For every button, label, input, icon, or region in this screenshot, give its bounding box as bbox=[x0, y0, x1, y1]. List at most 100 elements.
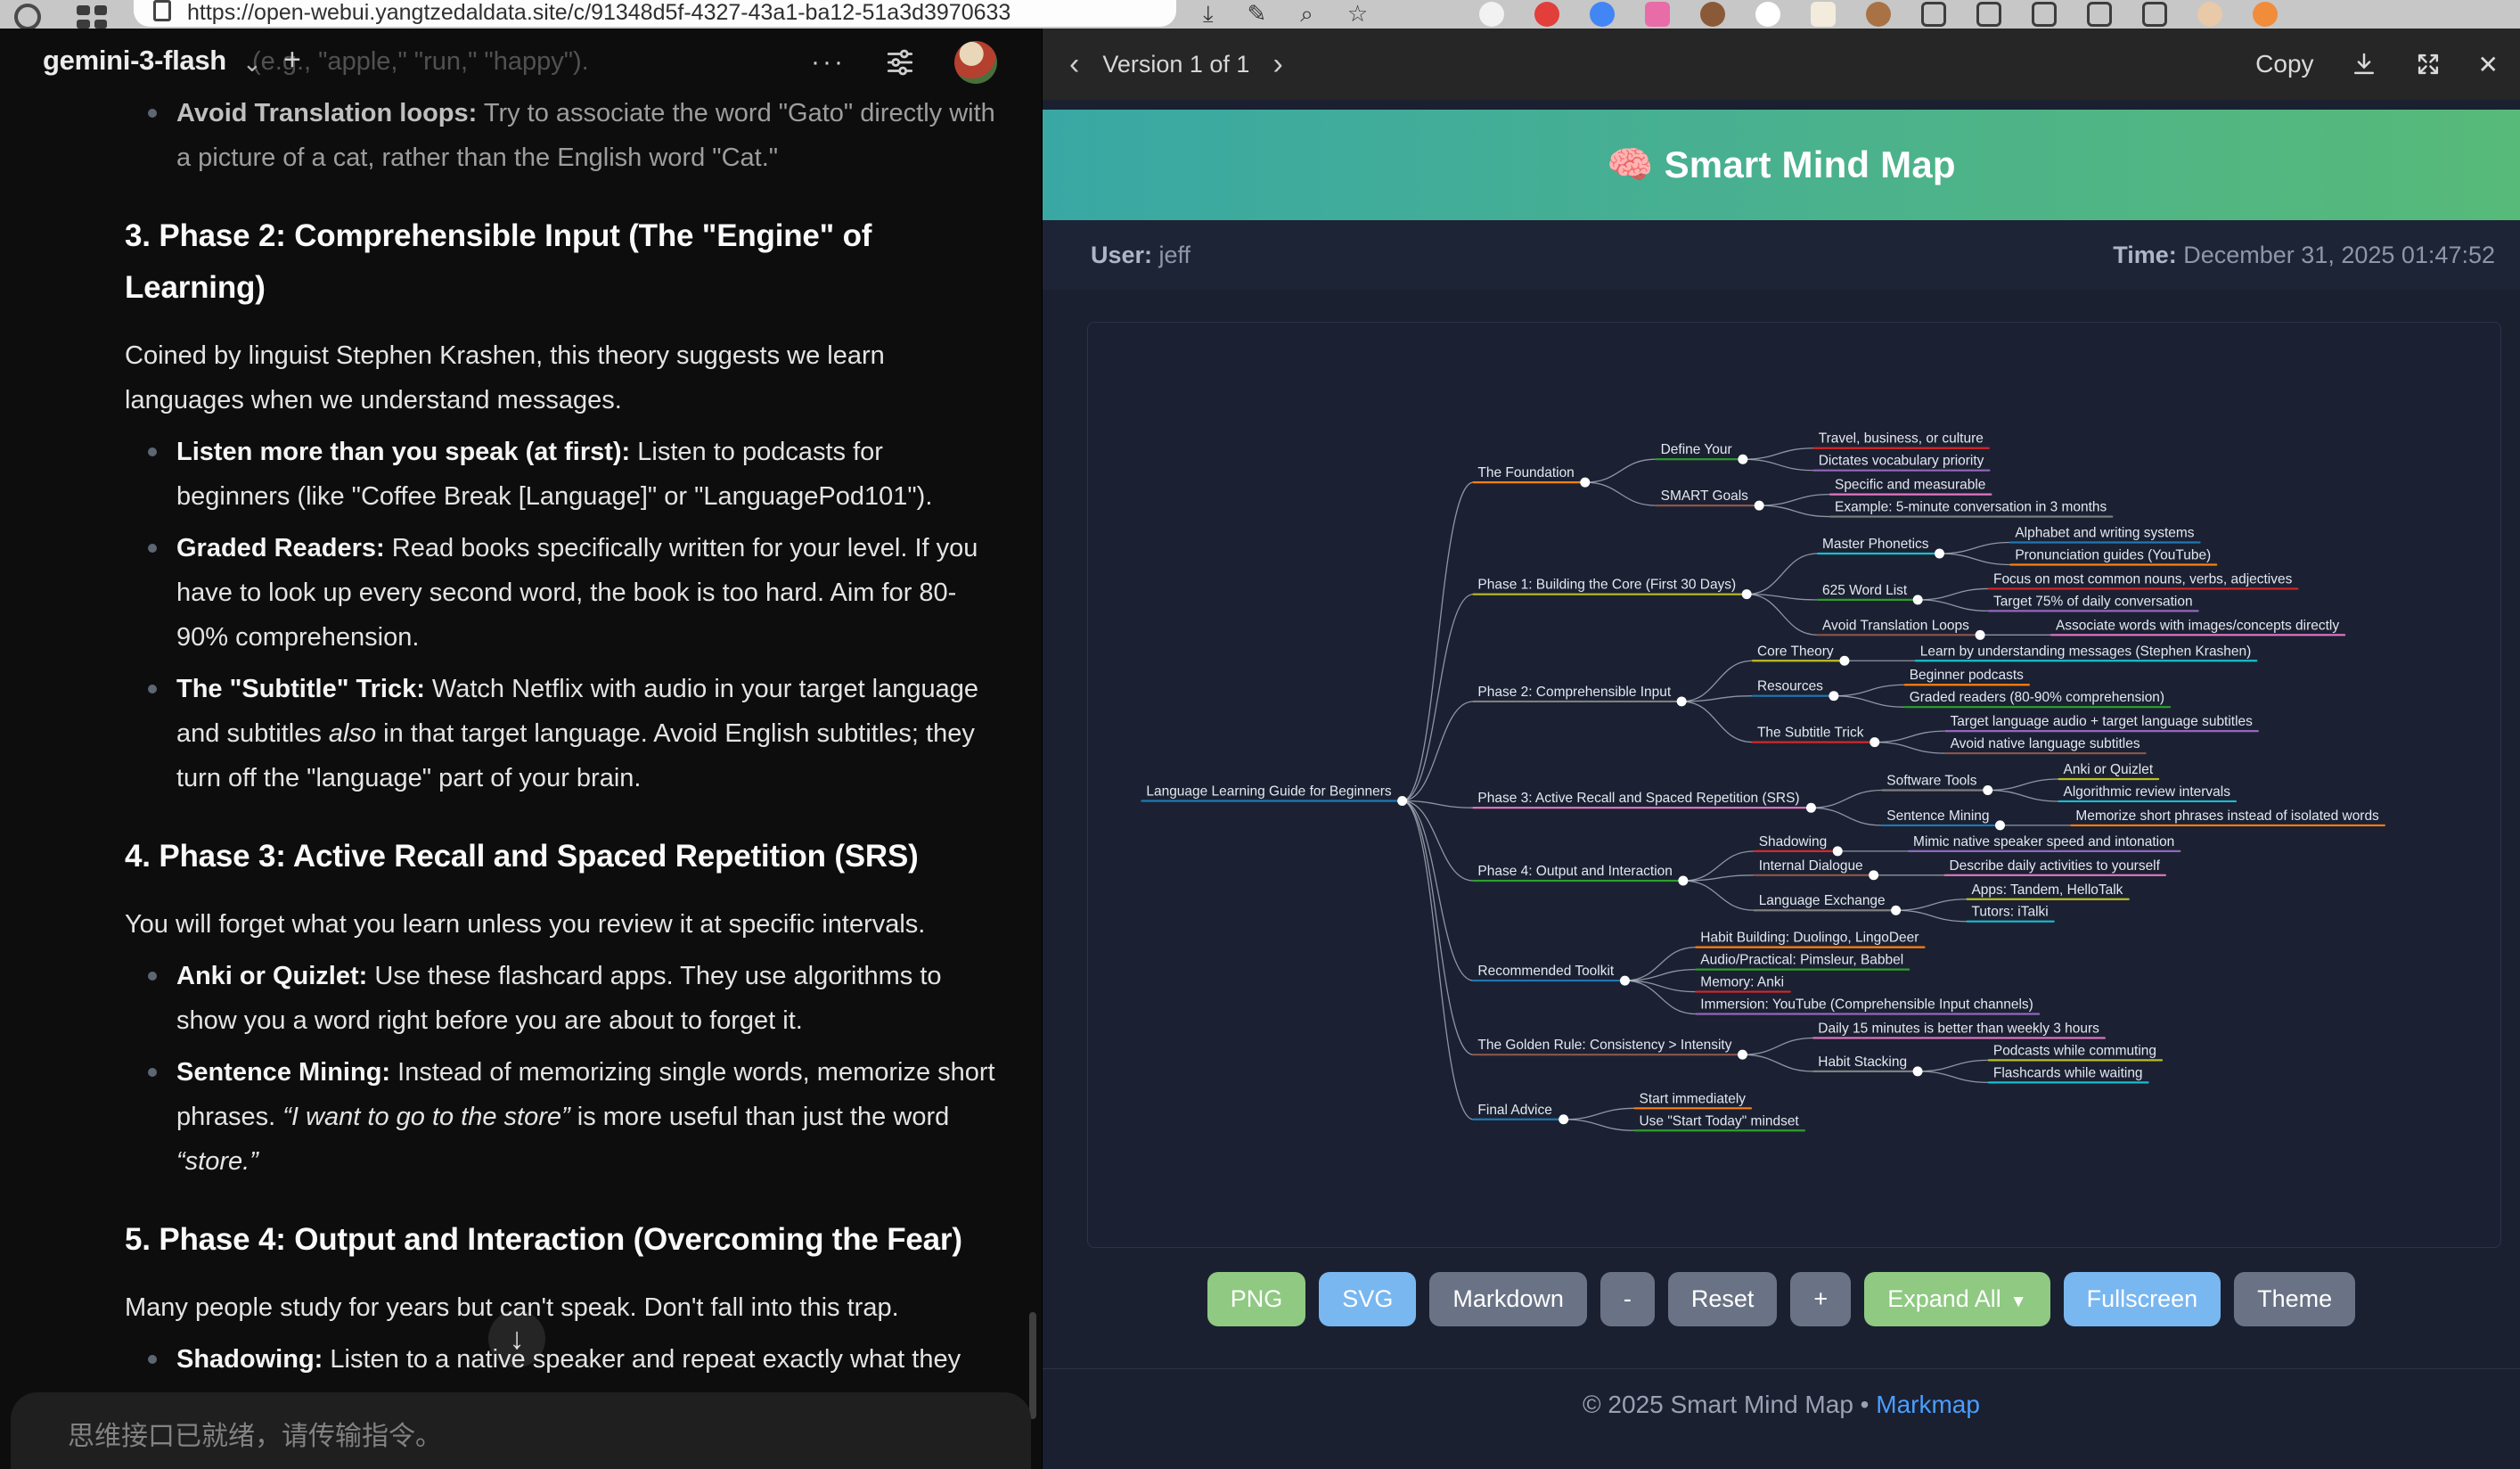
settings-sliders-icon[interactable] bbox=[883, 45, 917, 79]
mindmap-node-circle[interactable] bbox=[1995, 820, 2005, 830]
browser-extension-icon[interactable] bbox=[1755, 2, 1780, 27]
theme-button[interactable]: Theme bbox=[2234, 1272, 2355, 1326]
mindmap-node-label[interactable]: Master Phonetics bbox=[1822, 537, 1929, 552]
browser-extension-icon[interactable] bbox=[1921, 2, 1946, 27]
browser-extension-icon[interactable] bbox=[1700, 2, 1725, 27]
mindmap-node-label[interactable]: Podcasts while commuting bbox=[1993, 1043, 2156, 1058]
mindmap-node-circle[interactable] bbox=[1829, 691, 1838, 701]
svg-export-button[interactable]: SVG bbox=[1319, 1272, 1416, 1326]
mindmap-node-label[interactable]: Memorize short phrases instead of isolat… bbox=[2075, 808, 2379, 824]
browser-extension-icon[interactable] bbox=[1976, 2, 2001, 27]
mindmap-node-label[interactable]: Daily 15 minutes is better than weekly 3… bbox=[1818, 1021, 2099, 1036]
mindmap-node-circle[interactable] bbox=[1620, 976, 1630, 986]
markdown-export-button[interactable]: Markdown bbox=[1429, 1272, 1587, 1326]
mindmap-node-circle[interactable] bbox=[1806, 803, 1816, 813]
mindmap-node-label[interactable]: Tutors: iTalki bbox=[1971, 905, 2048, 920]
mindmap-node-label[interactable]: Final Advice bbox=[1477, 1103, 1551, 1118]
mindmap-node-circle[interactable] bbox=[1738, 455, 1747, 464]
browser-extension-icon[interactable] bbox=[2087, 2, 2112, 27]
mindmap-node-label[interactable]: Flashcards while waiting bbox=[1993, 1065, 2143, 1080]
mindmap-node-label[interactable]: Avoid Translation Loops bbox=[1822, 618, 1969, 633]
browser-extension-icon[interactable] bbox=[1811, 2, 1836, 27]
mindmap-node-label[interactable]: Define Your bbox=[1661, 442, 1732, 457]
mindmap-node-label[interactable]: Learn by understanding messages (Stephen… bbox=[1920, 644, 2251, 659]
chat-scroll-area[interactable]: (e.g., "apple," "run," "happy").Avoid Tr… bbox=[0, 39, 1042, 1394]
markmap-link[interactable]: Markmap bbox=[1876, 1391, 1980, 1418]
expand-fullscreen-icon[interactable] bbox=[2414, 50, 2442, 78]
expand-all-button[interactable]: Expand All▼ bbox=[1864, 1272, 2050, 1326]
zoom-in-button[interactable]: + bbox=[1790, 1272, 1851, 1326]
scroll-to-bottom-button[interactable]: ↓ bbox=[488, 1310, 545, 1367]
mindmap-node-circle[interactable] bbox=[1935, 549, 1944, 559]
previous-version-button[interactable]: ‹ bbox=[1066, 49, 1083, 79]
mindmap-node-label[interactable]: Example: 5-minute conversation in 3 mont… bbox=[1835, 500, 2107, 515]
chevron-down-icon[interactable]: ⌄ bbox=[242, 50, 262, 78]
mindmap-node-label[interactable]: Beginner podcasts bbox=[1910, 668, 2024, 683]
mindmap-node-circle[interactable] bbox=[1677, 696, 1687, 706]
overflow-menu-icon[interactable]: ··· bbox=[811, 47, 846, 78]
mindmap-node-label[interactable]: SMART Goals bbox=[1661, 488, 1749, 504]
mindmap-node-label[interactable]: Algorithmic review intervals bbox=[2064, 784, 2231, 800]
mindmap-node-label[interactable]: Memory: Anki bbox=[1700, 975, 1784, 990]
png-export-button[interactable]: PNG bbox=[1207, 1272, 1306, 1326]
mindmap-node-label[interactable]: The Subtitle Trick bbox=[1757, 726, 1864, 741]
mindmap-node-label[interactable]: Specific and measurable bbox=[1835, 478, 1985, 493]
mindmap-node-label[interactable]: Anki or Quizlet bbox=[2064, 762, 2154, 777]
apps-grid-icon[interactable] bbox=[77, 5, 107, 29]
mindmap-node-label[interactable]: Travel, business, or culture bbox=[1819, 431, 1984, 447]
mindmap-node-circle[interactable] bbox=[1839, 656, 1849, 666]
browser-extension-icon[interactable] bbox=[2253, 2, 2278, 27]
fullscreen-button[interactable]: Fullscreen bbox=[2064, 1272, 2221, 1326]
mindmap-node-circle[interactable] bbox=[1913, 595, 1923, 604]
reset-view-button[interactable]: Reset bbox=[1668, 1272, 1778, 1326]
chat-input[interactable]: 思维接口已就绪，请传输指令。 bbox=[11, 1392, 1031, 1469]
mindmap-node-label[interactable]: Mimic native speaker speed and intonatio… bbox=[1913, 834, 2174, 849]
browser-extension-icon[interactable] bbox=[1479, 2, 1504, 27]
mindmap-node-circle[interactable] bbox=[1833, 846, 1843, 856]
mindmap-node-circle[interactable] bbox=[1983, 785, 1992, 795]
mindmap-node-label[interactable]: Avoid native language subtitles bbox=[1951, 736, 2140, 751]
mindmap-node-circle[interactable] bbox=[1559, 1114, 1568, 1124]
zoom-out-button[interactable]: - bbox=[1600, 1272, 1655, 1326]
mindmap-node-label[interactable]: Phase 3: Active Recall and Spaced Repeti… bbox=[1477, 791, 1799, 806]
chat-scrollbar-thumb[interactable] bbox=[1029, 1312, 1036, 1419]
next-version-button[interactable]: › bbox=[1269, 49, 1286, 79]
mindmap-node-circle[interactable] bbox=[1913, 1066, 1923, 1076]
mindmap-node-label[interactable]: Sentence Mining bbox=[1886, 808, 1989, 824]
mindmap-node-label[interactable]: Pronunciation guides (YouTube) bbox=[2015, 547, 2211, 562]
mindmap-node-circle[interactable] bbox=[1891, 906, 1901, 915]
browser-extension-icon[interactable] bbox=[1866, 2, 1891, 27]
mindmap-node-label[interactable]: Habit Building: Duolingo, LingoDeer bbox=[1700, 931, 1919, 946]
mindmap-node-circle[interactable] bbox=[1976, 630, 1985, 640]
mindmap-node-label[interactable]: Shadowing bbox=[1759, 834, 1828, 849]
mindmap-node-circle[interactable] bbox=[1870, 737, 1879, 747]
address-bar[interactable]: https://open-webui.yangtzedaldata.site/c… bbox=[134, 0, 1176, 27]
mindmap-node-label[interactable]: Habit Stacking bbox=[1818, 1055, 1907, 1070]
download-icon[interactable] bbox=[2350, 50, 2378, 78]
mindmap-node-circle[interactable] bbox=[1755, 501, 1764, 511]
mindmap-node-label[interactable]: The Foundation bbox=[1477, 465, 1574, 480]
mindmap-node-label[interactable]: Use "Start Today" mindset bbox=[1640, 1113, 1800, 1128]
mindmap-node-label[interactable]: Start immediately bbox=[1640, 1091, 1747, 1106]
mindmap-svg[interactable]: Language Learning Guide for BeginnersThe… bbox=[1088, 323, 2500, 1247]
mindmap-node-circle[interactable] bbox=[1678, 876, 1688, 886]
model-selector[interactable]: gemini-3-flash bbox=[43, 45, 226, 77]
new-chat-button[interactable]: + bbox=[283, 43, 301, 78]
mindmap-node-label[interactable]: Describe daily activities to yourself bbox=[1949, 858, 2160, 874]
address-bar-icon[interactable]: ✎ bbox=[1248, 0, 1267, 29]
mindmap-node-circle[interactable] bbox=[1742, 589, 1752, 599]
mindmap-node-label[interactable]: The Golden Rule: Consistency > Intensity bbox=[1477, 1038, 1731, 1053]
mindmap-node-label[interactable]: Apps: Tandem, HelloTalk bbox=[1971, 882, 2123, 898]
mindmap-node-label[interactable]: Target 75% of daily conversation bbox=[1993, 594, 2193, 609]
mindmap-node-label[interactable]: Dictates vocabulary priority bbox=[1819, 454, 1984, 469]
address-bar-icon[interactable]: ⌕ bbox=[1300, 0, 1313, 29]
copy-button[interactable]: Copy bbox=[2255, 50, 2313, 78]
mindmap-node-label[interactable]: Phase 4: Output and Interaction bbox=[1477, 864, 1672, 879]
mindmap-node-circle[interactable] bbox=[1738, 1050, 1747, 1060]
mindmap-node-circle[interactable] bbox=[1869, 870, 1878, 880]
mindmap-node-label[interactable]: 625 Word List bbox=[1822, 583, 1908, 598]
browser-extension-icon[interactable] bbox=[1590, 2, 1615, 27]
browser-extension-icon[interactable] bbox=[1645, 2, 1670, 27]
mindmap-canvas[interactable]: Language Learning Guide for BeginnersThe… bbox=[1087, 322, 2501, 1248]
browser-extension-icon[interactable] bbox=[2197, 2, 2222, 27]
